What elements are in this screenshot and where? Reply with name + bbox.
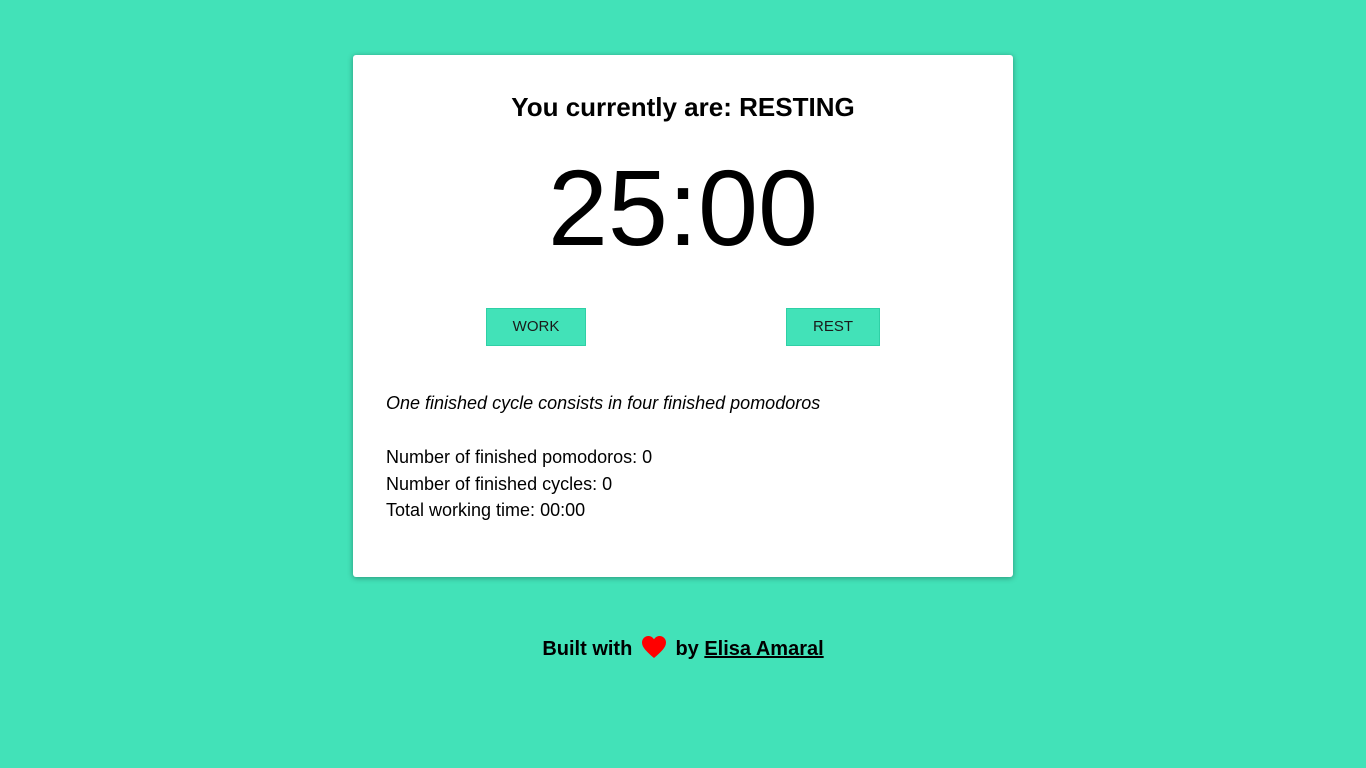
- author-link[interactable]: Elisa Amaral: [704, 638, 823, 660]
- stat-pomodoros-value: 0: [642, 447, 653, 467]
- page: You currently are: RESTING 25:00 WORK RE…: [0, 0, 1366, 768]
- stat-working-time-value: 00:00: [540, 500, 586, 520]
- cycle-note: One finished cycle consists in four fini…: [386, 393, 821, 413]
- footer-built-with: Built with: [542, 638, 633, 660]
- status-heading: You currently are: RESTING: [353, 91, 1013, 123]
- footer: Built with by Elisa Amaral: [0, 630, 1366, 672]
- stat-working-time-label: Total working time:: [386, 500, 536, 520]
- heart-icon: [641, 634, 667, 672]
- footer-by: by: [675, 638, 699, 660]
- timer-display: 25:00: [547, 147, 819, 268]
- pomodoro-card: You currently are: RESTING 25:00 WORK RE…: [353, 55, 1013, 577]
- status-label: You currently are:: [511, 92, 732, 122]
- stat-cycles-label: Number of finished cycles:: [386, 473, 598, 494]
- stat-pomodoros-label: Number of finished pomodoros:: [386, 447, 638, 467]
- stat-cycles-value: 0: [602, 473, 613, 494]
- stat-pomodoros: Number of finished pomodoros: 0: [386, 444, 652, 471]
- status-value: RESTING: [739, 92, 855, 122]
- stat-cycles: Number of finished cycles: 0: [386, 471, 652, 498]
- stats-block: Number of finished pomodoros: 0 Number o…: [386, 444, 652, 524]
- stat-working-time: Total working time: 00:00: [386, 497, 652, 524]
- rest-button[interactable]: REST: [786, 308, 880, 346]
- work-button[interactable]: WORK: [486, 308, 586, 346]
